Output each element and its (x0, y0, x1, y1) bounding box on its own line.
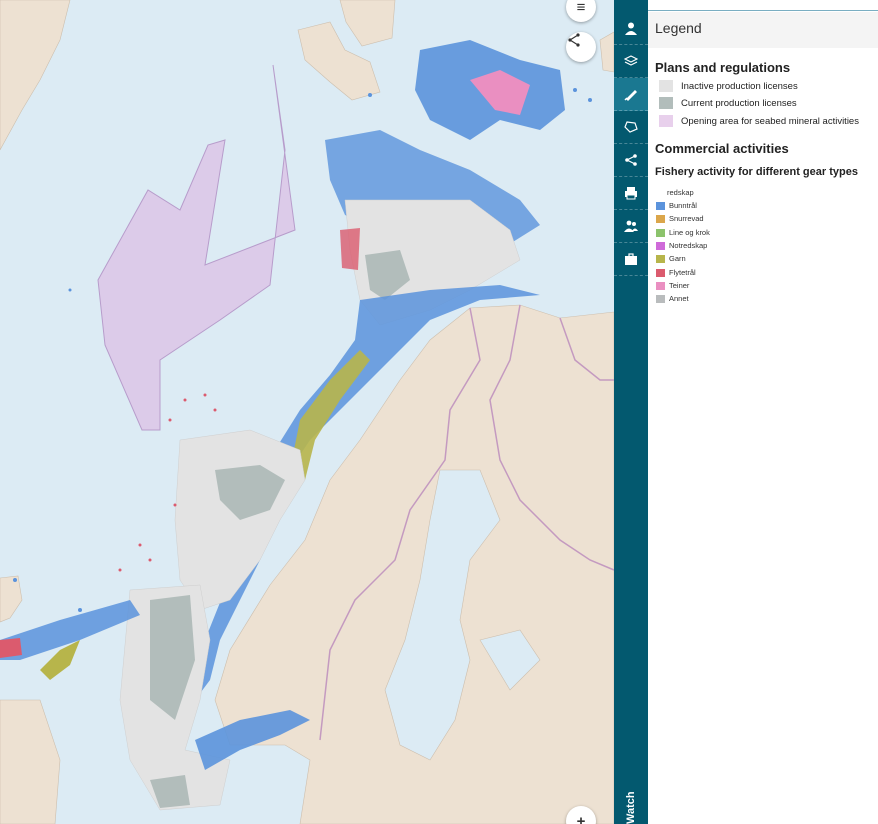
brand-label: Watch (625, 791, 637, 824)
gear-label: Bunntrål (669, 201, 697, 210)
menu-icon: ≡ (576, 0, 586, 16)
user-icon (625, 22, 637, 35)
gear-label: Line og krok (669, 228, 710, 237)
legend-icon (624, 90, 637, 101)
legend-top-rule (648, 10, 878, 11)
legend-panel: Legend Plans and regulations Inactive pr… (648, 0, 878, 824)
gear-item-teiner: Teiner (656, 280, 689, 291)
map-canvas[interactable]: ≡ + (0, 0, 614, 824)
fishery-flytetral-west (0, 638, 22, 658)
gear-label: Flytetrål (669, 268, 696, 277)
gear-label: Annet (669, 294, 689, 303)
print-icon (625, 187, 637, 200)
tool-legend[interactable] (614, 78, 648, 111)
tool-draw-polygon[interactable] (614, 111, 648, 144)
gear-group-label: redskap (667, 188, 694, 197)
tool-print[interactable] (614, 177, 648, 210)
commercial-heading: Commercial activities (655, 141, 789, 156)
share-button[interactable] (566, 32, 596, 62)
plan-swatch (659, 97, 673, 109)
tool-briefcase[interactable] (614, 243, 648, 276)
gear-swatch (656, 254, 665, 263)
gear-item-flytetral: Flytetrål (656, 267, 696, 278)
gear-swatch (656, 228, 665, 237)
gear-label: Teiner (669, 281, 690, 290)
gear-item-notredskap: Notredskap (656, 240, 707, 251)
gear-item-garn: Garn (656, 253, 686, 264)
gear-swatch (656, 281, 665, 290)
layers-icon (624, 55, 638, 66)
tool-share[interactable] (614, 144, 648, 177)
gear-label: Notredskap (669, 241, 708, 250)
fishery-flytetral-north (340, 228, 360, 270)
tool-user[interactable] (614, 12, 648, 45)
gear-item-snurrevad: Snurrevad (656, 213, 704, 224)
plans-heading: Plans and regulations (655, 60, 791, 75)
plan-label: Inactive production licenses (681, 80, 798, 92)
share-icon (568, 33, 580, 47)
draw-polygon-icon (624, 121, 638, 133)
gear-swatch (656, 294, 665, 303)
tool-layers[interactable] (614, 45, 648, 78)
plan-item-inactive: Inactive production licenses (659, 79, 798, 93)
tool-users[interactable] (614, 210, 648, 243)
side-toolbar (614, 0, 648, 824)
plan-item-current: Current production licenses (659, 96, 797, 110)
gear-item-annet: Annet (656, 293, 689, 304)
users-icon (624, 220, 638, 232)
legend-title: Legend (655, 20, 702, 36)
plan-swatch (659, 115, 673, 127)
gear-swatch (656, 201, 665, 210)
gear-item-bunntral: Bunntrål (656, 200, 697, 211)
gear-label: Garn (669, 254, 686, 263)
fishery-subheading: Fishery activity for different gear type… (655, 166, 858, 178)
map-graphics (0, 0, 614, 824)
plan-item-seabed: Opening area for seabed mineral activiti… (659, 114, 859, 128)
zoom-in-icon: + (576, 812, 586, 824)
gear-swatch (656, 241, 665, 250)
gear-swatch (656, 268, 665, 277)
plan-label: Current production licenses (681, 97, 797, 109)
legend-header: Legend (648, 12, 878, 48)
gear-swatch (656, 214, 665, 223)
share-icon (625, 154, 637, 166)
briefcase-icon (625, 253, 637, 265)
gear-item-line-og-krok: Line og krok (656, 227, 710, 238)
plan-label: Opening area for seabed mineral activiti… (681, 115, 859, 127)
plan-swatch (659, 80, 673, 92)
gear-label: Snurrevad (669, 214, 704, 223)
